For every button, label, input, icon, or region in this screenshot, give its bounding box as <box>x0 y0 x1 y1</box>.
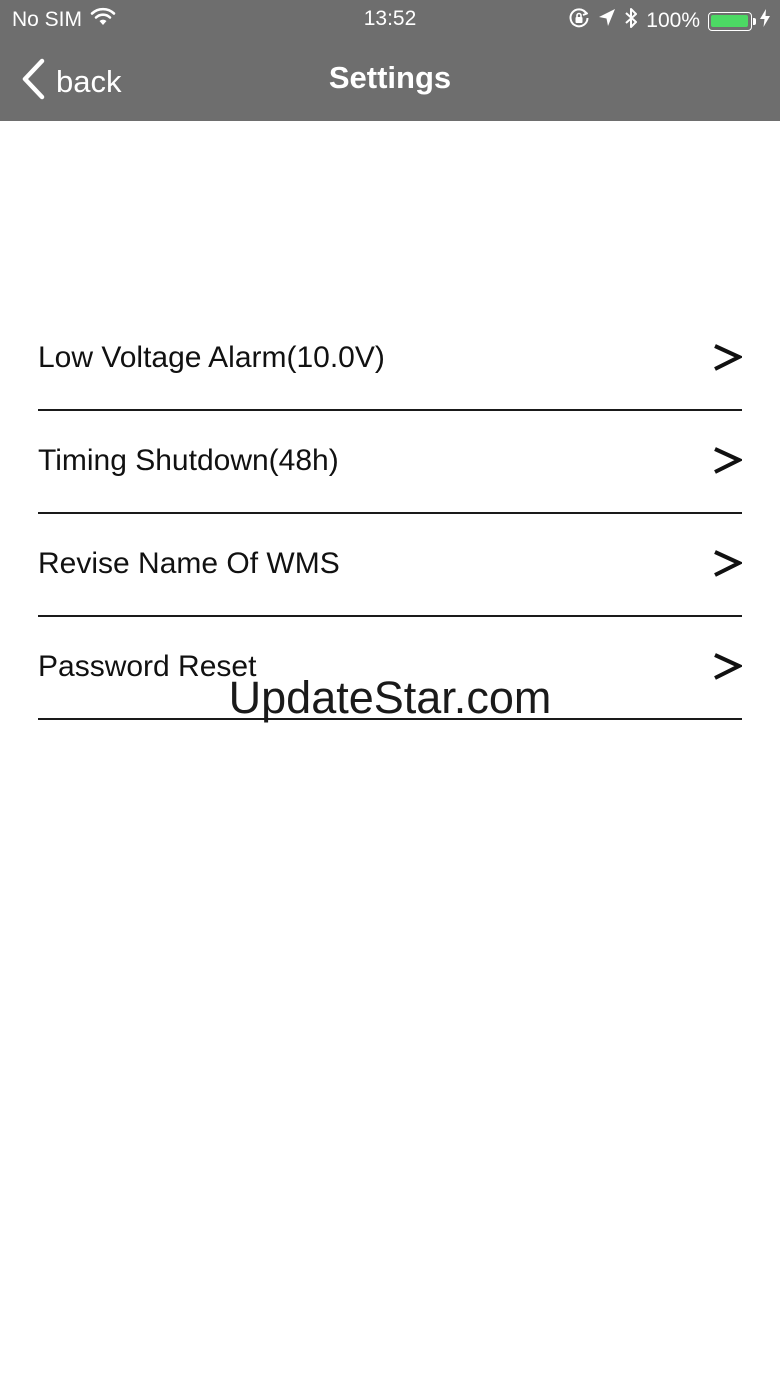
battery-icon <box>708 11 756 31</box>
chevron-right-icon <box>712 548 744 580</box>
charging-bolt-icon <box>760 9 770 33</box>
settings-row-label: Timing Shutdown(48h) <box>38 444 339 477</box>
settings-row-label: Revise Name Of WMS <box>38 547 340 580</box>
battery-cap <box>753 17 756 25</box>
settings-row-label: Low Voltage Alarm(10.0V) <box>38 341 385 374</box>
orientation-lock-icon <box>568 7 590 35</box>
settings-row-low-voltage-alarm[interactable]: Low Voltage Alarm(10.0V) <box>38 308 744 411</box>
chevron-right-icon <box>712 445 744 477</box>
chevron-right-icon <box>712 342 744 374</box>
battery-level-fill <box>711 14 748 27</box>
status-bar: No SIM 13:52 100% <box>0 0 780 40</box>
settings-row-label: Password Reset <box>38 650 257 683</box>
page-title: Settings <box>328 60 452 95</box>
settings-row-password-reset[interactable]: Password Reset <box>38 617 744 720</box>
bluetooth-icon <box>624 6 638 36</box>
header: No SIM 13:52 100% back Settings <box>0 0 780 121</box>
settings-row-revise-name[interactable]: Revise Name Of WMS <box>38 514 744 617</box>
settings-row-timing-shutdown[interactable]: Timing Shutdown(48h) <box>38 411 744 514</box>
chevron-right-icon <box>712 651 744 683</box>
settings-screen: No SIM 13:52 100% back Settings Low Volt… <box>0 0 780 1387</box>
battery-percent: 100% <box>646 9 700 32</box>
settings-list: Low Voltage Alarm(10.0V) Timing Shutdown… <box>38 308 744 720</box>
nav-bar: back Settings <box>0 40 780 121</box>
status-icons: 100% <box>568 6 770 36</box>
location-arrow-icon <box>598 8 616 34</box>
